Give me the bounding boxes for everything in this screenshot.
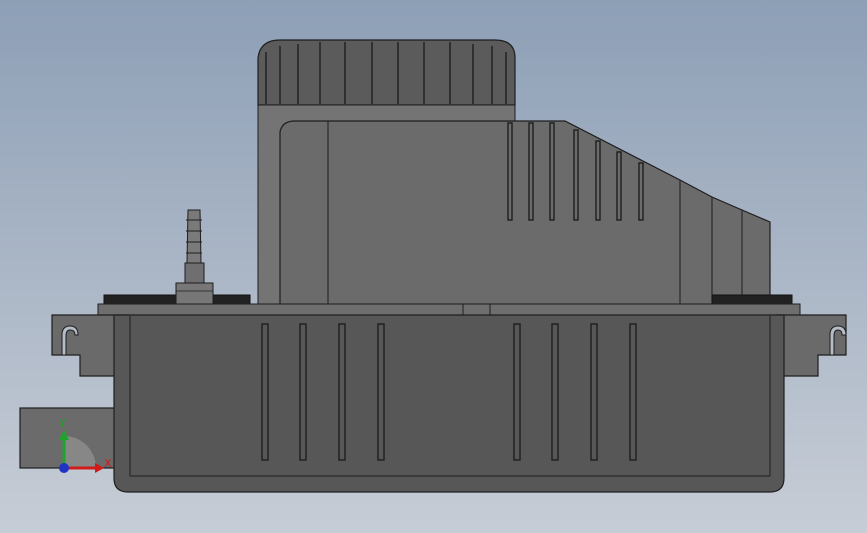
z-axis-dot [59, 463, 69, 473]
triad-plane-indicator [64, 436, 96, 468]
y-axis-label: Y [58, 417, 66, 430]
axis-triad: Y X [58, 417, 112, 473]
x-axis-arrow [95, 463, 104, 473]
x-axis-label: X [104, 457, 112, 470]
cad-viewport[interactable]: Y X [0, 0, 867, 533]
y-axis-arrow [59, 430, 69, 440]
